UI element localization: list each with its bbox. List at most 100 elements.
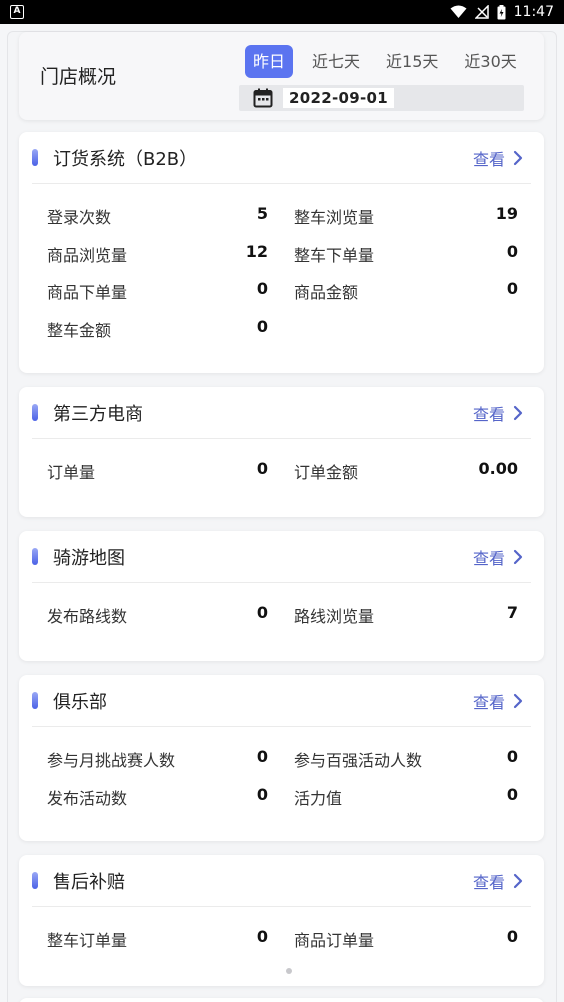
section-b2b: 订货系统（B2B） 查看 登录次数 5 整车浏览量 19 商品浏览量 12 整车… — [19, 132, 544, 373]
stat-label: 整车浏览量 — [294, 208, 375, 227]
chevron-right-icon — [513, 693, 523, 709]
stat-value: 0 — [256, 784, 268, 804]
stat-order-count: 订单量 0 — [19, 459, 268, 483]
stat-product-views: 商品浏览量 12 — [19, 242, 268, 266]
chevron-right-icon — [513, 873, 523, 889]
view-label: 查看 — [472, 150, 505, 169]
view-club-button[interactable]: 查看 — [473, 675, 523, 727]
stat-top100-participants: 参与百强活动人数 0 — [268, 747, 518, 771]
stat-value: 0 — [506, 279, 518, 298]
stat-label: 发布路线数 — [47, 607, 128, 626]
section-title: 订货系统（B2B） — [53, 148, 198, 170]
next-section-card — [19, 998, 544, 1002]
stat-published-routes: 发布路线数 0 — [19, 603, 268, 627]
stat-label: 路线浏览量 — [294, 607, 375, 626]
chevron-right-icon — [513, 405, 523, 421]
stat-row: 整车金额 0 — [19, 317, 544, 355]
section-after-sales: 售后补赔 查看 整车订单量 0 商品订单量 0 — [19, 855, 544, 986]
stat-value: 0 — [256, 316, 268, 336]
stat-label: 整车订单量 — [47, 931, 128, 950]
stat-value: 0 — [506, 784, 518, 804]
stat-route-views: 路线浏览量 7 — [268, 603, 518, 627]
stat-value: 0 — [256, 603, 268, 622]
stat-label: 整车下单量 — [294, 245, 375, 265]
stat-label: 整车金额 — [47, 320, 112, 340]
stat-label: 参与月挑战赛人数 — [47, 751, 176, 770]
section-accent-bar — [32, 548, 38, 565]
view-label: 查看 — [472, 873, 505, 892]
wifi-icon — [450, 5, 467, 19]
stat-vitality: 活力值 0 — [268, 785, 518, 809]
section-club: 俱乐部 查看 参与月挑战赛人数 0 参与百强活动人数 0 发布活动数 0 活力值… — [19, 675, 544, 841]
stat-value: 7 — [506, 603, 518, 622]
stat-label: 参与百强活动人数 — [294, 751, 423, 770]
section-ecommerce: 第三方电商 查看 订单量 0 订单金额 0.00 — [19, 387, 544, 517]
selected-date: 2022-09-01 — [283, 88, 394, 108]
clock-time: 11:47 — [513, 4, 554, 20]
section-accent-bar — [32, 149, 38, 166]
status-bar: A 11:47 — [0, 0, 564, 24]
stat-label: 商品订单量 — [294, 931, 375, 950]
view-label: 查看 — [472, 405, 505, 424]
stat-label: 发布活动数 — [47, 788, 128, 808]
stat-row: 订单量 0 订单金额 0.00 — [19, 459, 544, 497]
section-accent-bar — [32, 404, 38, 421]
tab-last-15-days[interactable]: 近15天 — [379, 45, 445, 78]
section-accent-bar — [32, 692, 38, 709]
stat-value: 0 — [506, 241, 518, 261]
app-content: 门店概况 昨日 近七天 近15天 近30天 2022-09-01 订货系统（B2… — [0, 24, 564, 1002]
stat-row: 商品下单量 0 商品金额 0 — [19, 279, 544, 317]
stat-label: 活力值 — [294, 788, 343, 808]
stat-value: 19 — [495, 204, 518, 223]
chevron-right-icon — [513, 150, 523, 166]
stat-vehicle-order-count: 整车订单量 0 — [19, 927, 268, 951]
stat-label: 订单量 — [47, 463, 96, 482]
stat-row: 发布活动数 0 活力值 0 — [19, 785, 544, 823]
store-overview-header: 门店概况 昨日 近七天 近15天 近30天 2022-09-01 — [19, 32, 544, 120]
stat-value: 5 — [256, 204, 268, 223]
stat-vehicle-views: 整车浏览量 19 — [268, 204, 518, 228]
view-riding-map-button[interactable]: 查看 — [473, 531, 523, 583]
calendar-icon[interactable] — [253, 88, 273, 108]
view-b2b-button[interactable]: 查看 — [473, 132, 523, 184]
stat-login-count: 登录次数 5 — [19, 204, 268, 228]
section-riding-map: 骑游地图 查看 发布路线数 0 路线浏览量 7 — [19, 531, 544, 661]
app-notification-icon: A — [10, 5, 24, 19]
tab-last-30-days[interactable]: 近30天 — [457, 45, 523, 78]
tab-last-7-days[interactable]: 近七天 — [305, 45, 367, 78]
stat-label: 订单金额 — [294, 463, 359, 482]
stat-vehicle-amount: 整车金额 0 — [19, 317, 268, 341]
section-title: 骑游地图 — [53, 547, 125, 569]
stat-label: 商品下单量 — [47, 283, 128, 302]
stat-label: 商品金额 — [294, 283, 359, 302]
view-after-sales-button[interactable]: 查看 — [473, 855, 523, 907]
stat-vehicle-orders: 整车下单量 0 — [268, 242, 518, 266]
stat-row: 发布路线数 0 路线浏览量 7 — [19, 603, 544, 641]
section-title: 俱乐部 — [53, 691, 107, 713]
view-label: 查看 — [472, 693, 505, 712]
stat-published-activities: 发布活动数 0 — [19, 785, 268, 809]
stat-order-amount: 订单金额 0.00 — [268, 459, 518, 483]
stat-row: 整车订单量 0 商品订单量 0 — [19, 927, 544, 965]
stat-value: 0 — [256, 747, 268, 766]
stat-product-order-count: 商品订单量 0 — [268, 927, 518, 951]
stat-value: 0.00 — [478, 459, 518, 478]
stat-label: 商品浏览量 — [47, 245, 128, 265]
stat-product-amount: 商品金额 0 — [268, 279, 518, 303]
view-label: 查看 — [472, 549, 505, 568]
stat-value: 0 — [506, 927, 518, 946]
tab-yesterday[interactable]: 昨日 — [245, 45, 294, 78]
chevron-right-icon — [513, 549, 523, 565]
date-picker[interactable]: 2022-09-01 — [239, 85, 524, 111]
scroll-indicator-dot — [286, 968, 292, 974]
view-ecommerce-button[interactable]: 查看 — [473, 387, 523, 439]
stat-row: 商品浏览量 12 整车下单量 0 — [19, 242, 544, 280]
stat-label: 登录次数 — [47, 208, 112, 227]
battery-charging-icon — [497, 4, 506, 20]
stat-row: 登录次数 5 整车浏览量 19 — [19, 204, 544, 242]
stat-value: 0 — [256, 279, 268, 298]
no-signal-icon — [474, 5, 489, 19]
section-accent-bar — [32, 872, 38, 889]
page-title: 门店概况 — [40, 66, 117, 88]
date-range-tabs: 昨日 近七天 近15天 近30天 — [245, 45, 536, 78]
